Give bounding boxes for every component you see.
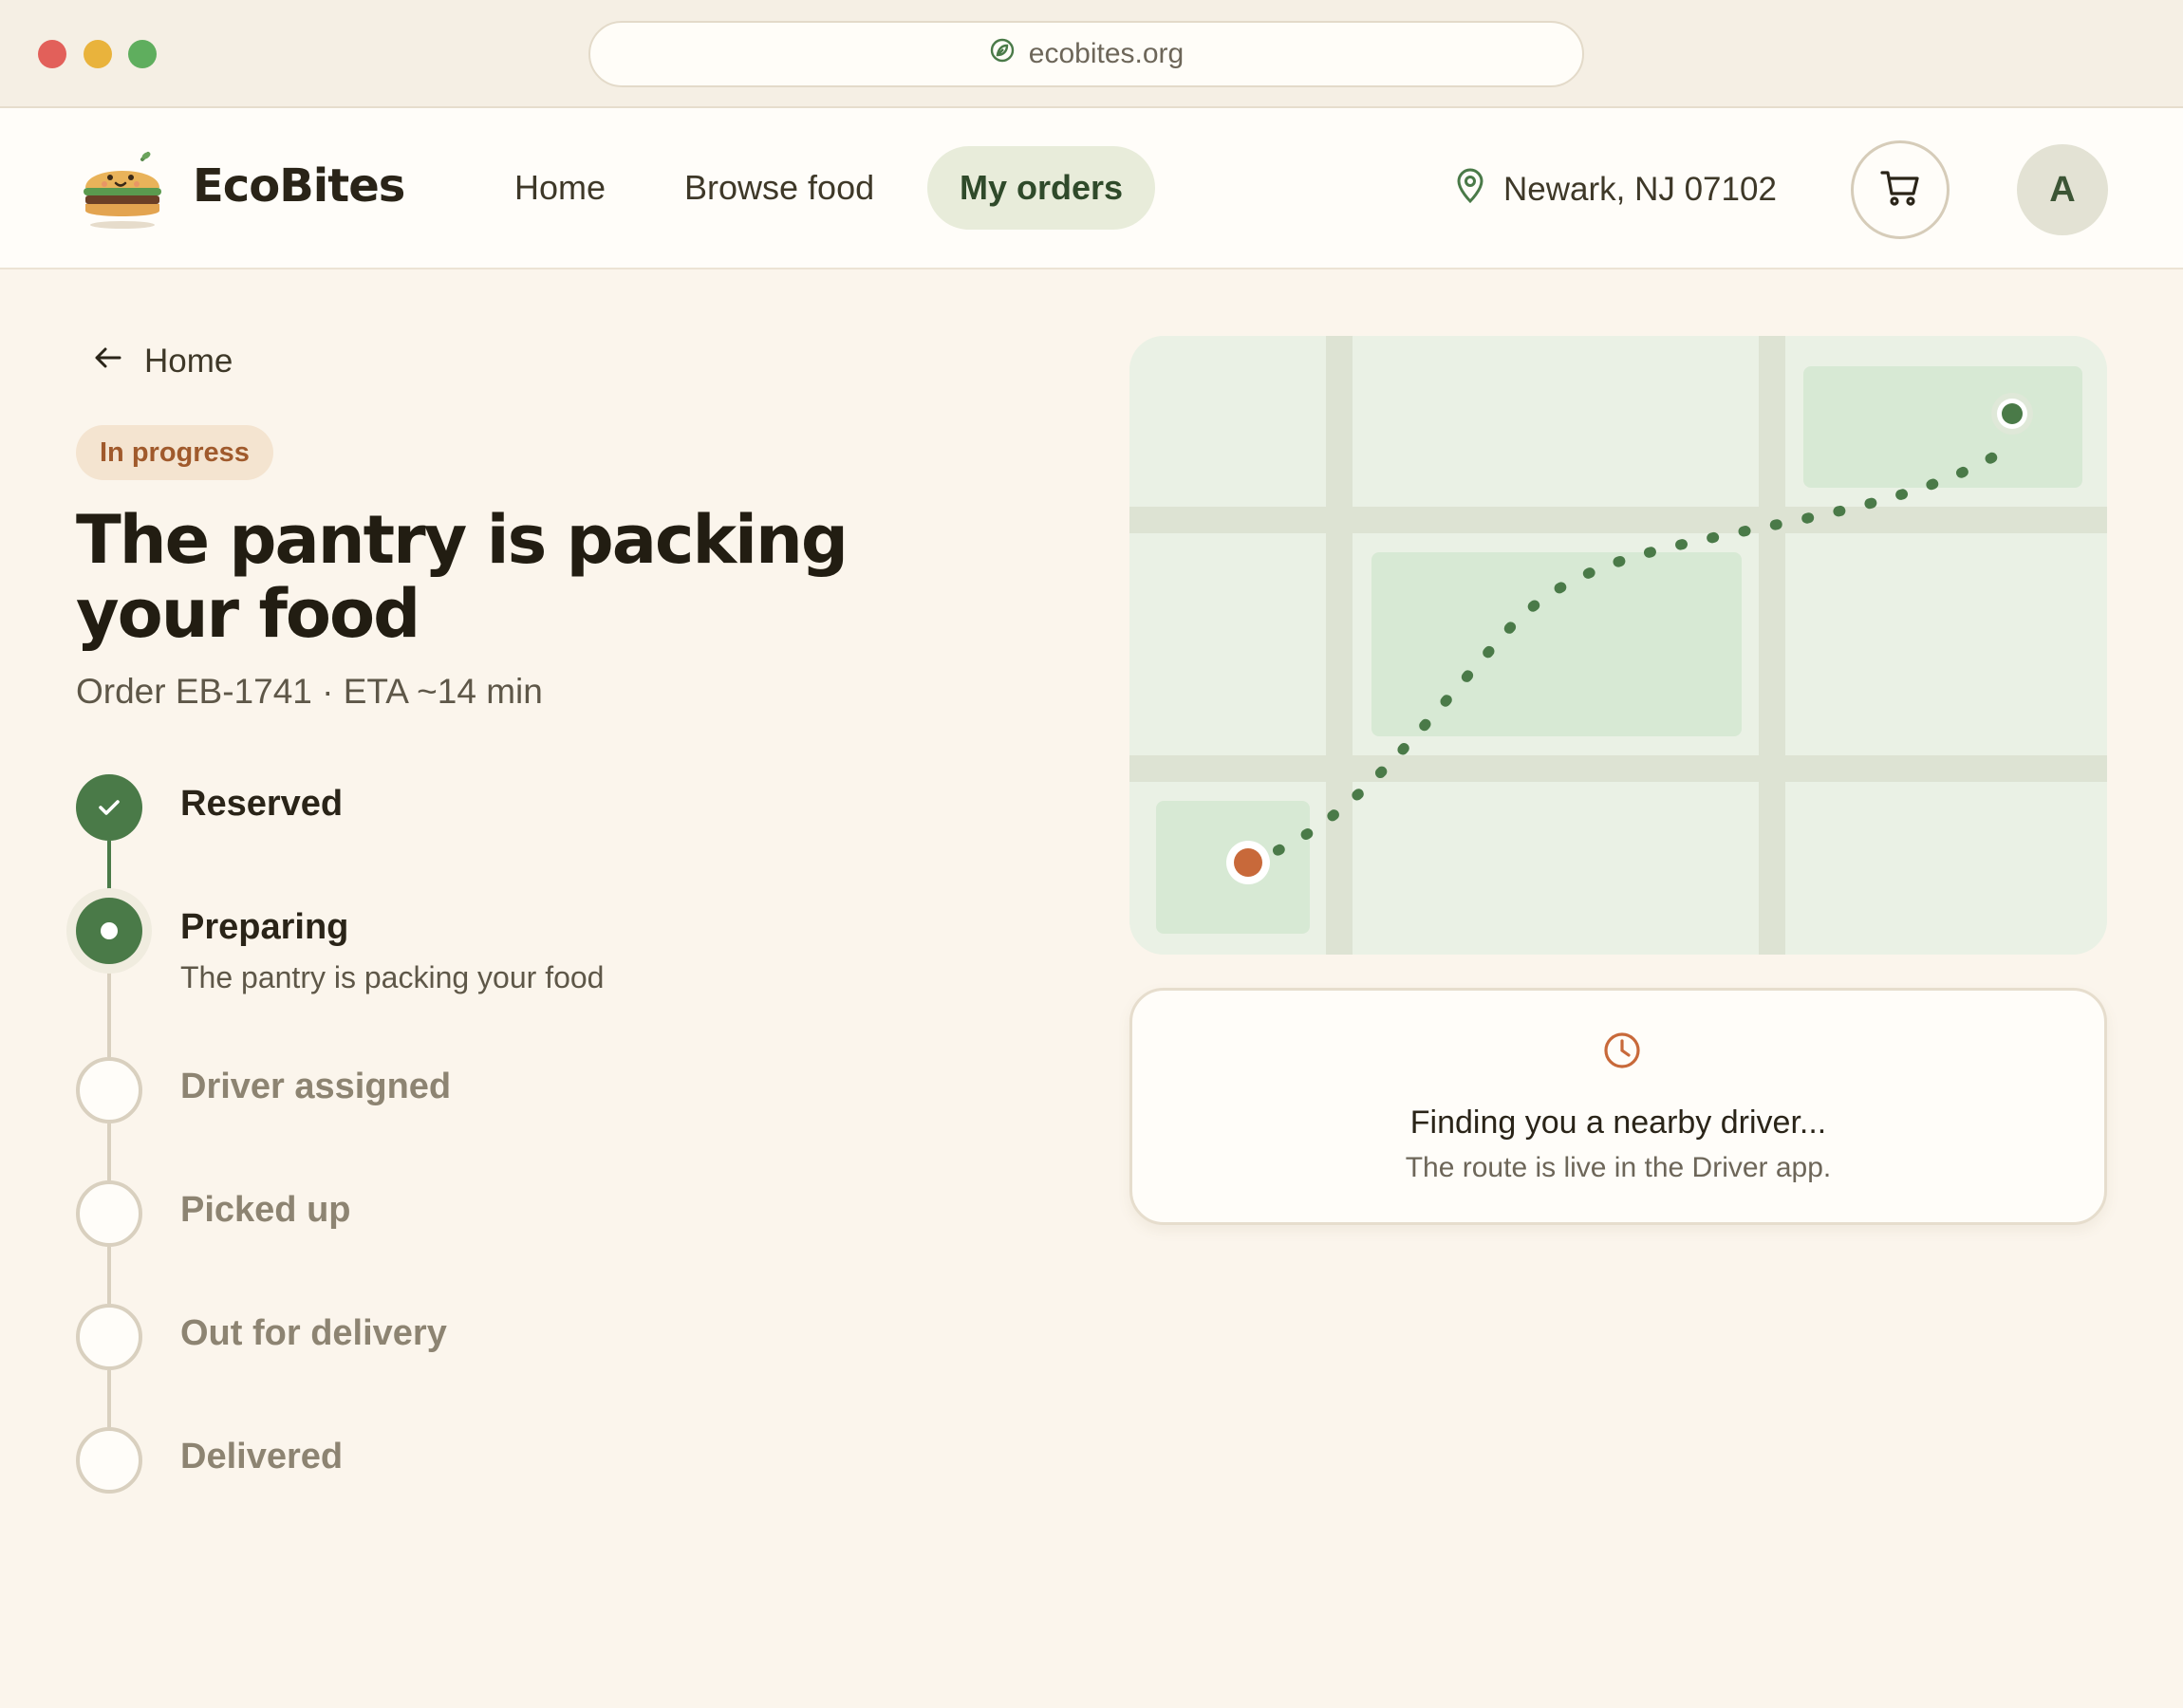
order-meta: Order EB-1741 · ETA ~14 min: [76, 672, 543, 711]
step-reserved-done-icon: [76, 774, 142, 841]
user-avatar[interactable]: A: [2017, 144, 2108, 235]
step-out-for-delivery-label: Out for delivery: [180, 1313, 447, 1353]
driver-status-subtitle: The route is live in the Driver app.: [1405, 1152, 1832, 1183]
nav-link-my-orders[interactable]: My orders: [927, 146, 1156, 230]
page-title: The pantry is packing your food: [76, 501, 849, 653]
map-street: [1129, 755, 2107, 782]
cart-button[interactable]: [1851, 140, 1950, 239]
map-street: [1759, 336, 1785, 955]
map-block: [1371, 552, 1742, 736]
origin-marker-icon[interactable]: [1234, 848, 1262, 877]
step-driver-assigned-pending-icon: [76, 1057, 142, 1123]
step-preparing-current-icon: [76, 898, 142, 964]
step-reserved-label: Reserved: [180, 784, 344, 824]
map-street: [1326, 336, 1353, 955]
cart-icon: [1878, 166, 1922, 214]
step-picked-up-label: Picked up: [180, 1190, 351, 1230]
step-preparing-label: Preparing: [180, 907, 349, 947]
nav-link-browse-food[interactable]: Browse food: [652, 146, 906, 230]
map-pin-icon: [1454, 168, 1486, 213]
burger-mascot-icon[interactable]: [80, 146, 165, 232]
map-street: [1129, 507, 2107, 533]
timeline-connector: [107, 1370, 111, 1427]
delivery-route-map[interactable]: [1129, 336, 2107, 955]
timeline-connector: [107, 1123, 111, 1180]
timeline-connector: [107, 841, 111, 896]
destination-marker-icon[interactable]: [2002, 403, 2023, 424]
back-link[interactable]: Home: [91, 340, 233, 383]
window-maximize-button[interactable]: [128, 40, 157, 68]
back-link-label: Home: [144, 343, 233, 380]
map-block: [1803, 366, 2082, 488]
step-out-for-delivery-pending-icon: [76, 1304, 142, 1370]
browser-chrome: ecobites.org: [0, 0, 2183, 108]
step-picked-up-pending-icon: [76, 1180, 142, 1247]
driver-status-card: Finding you a nearby driver... The route…: [1129, 988, 2107, 1225]
arrow-left-icon: [91, 341, 125, 383]
order-progress-timeline: Reserved Preparing The pantry is packing…: [76, 774, 987, 1495]
site-leaf-icon: [989, 37, 1016, 71]
step-preparing-detail: The pantry is packing your food: [180, 960, 605, 994]
step-delivered-pending-icon: [76, 1427, 142, 1494]
window-close-button[interactable]: [38, 40, 66, 68]
address-bar[interactable]: ecobites.org: [588, 21, 1584, 87]
driver-status-title: Finding you a nearby driver...: [1409, 1105, 1827, 1141]
address-bar-url: ecobites.org: [1028, 38, 1185, 69]
timeline-connector: [107, 1247, 111, 1304]
delivery-location[interactable]: Newark, NJ 07102: [1454, 168, 1777, 213]
window-minimize-button[interactable]: [84, 40, 112, 68]
timeline-connector: [107, 964, 111, 1057]
top-nav: EcoBites Home Browse food My orders Newa…: [0, 108, 2183, 269]
location-text: Newark, NJ 07102: [1503, 171, 1777, 208]
step-delivered-label: Delivered: [180, 1437, 344, 1476]
status-badge: In progress: [76, 425, 273, 480]
brand-name[interactable]: EcoBites: [193, 159, 405, 213]
step-driver-assigned-label: Driver assigned: [180, 1067, 452, 1106]
nav-link-home[interactable]: Home: [482, 146, 638, 230]
clock-icon: [1602, 1030, 1642, 1070]
